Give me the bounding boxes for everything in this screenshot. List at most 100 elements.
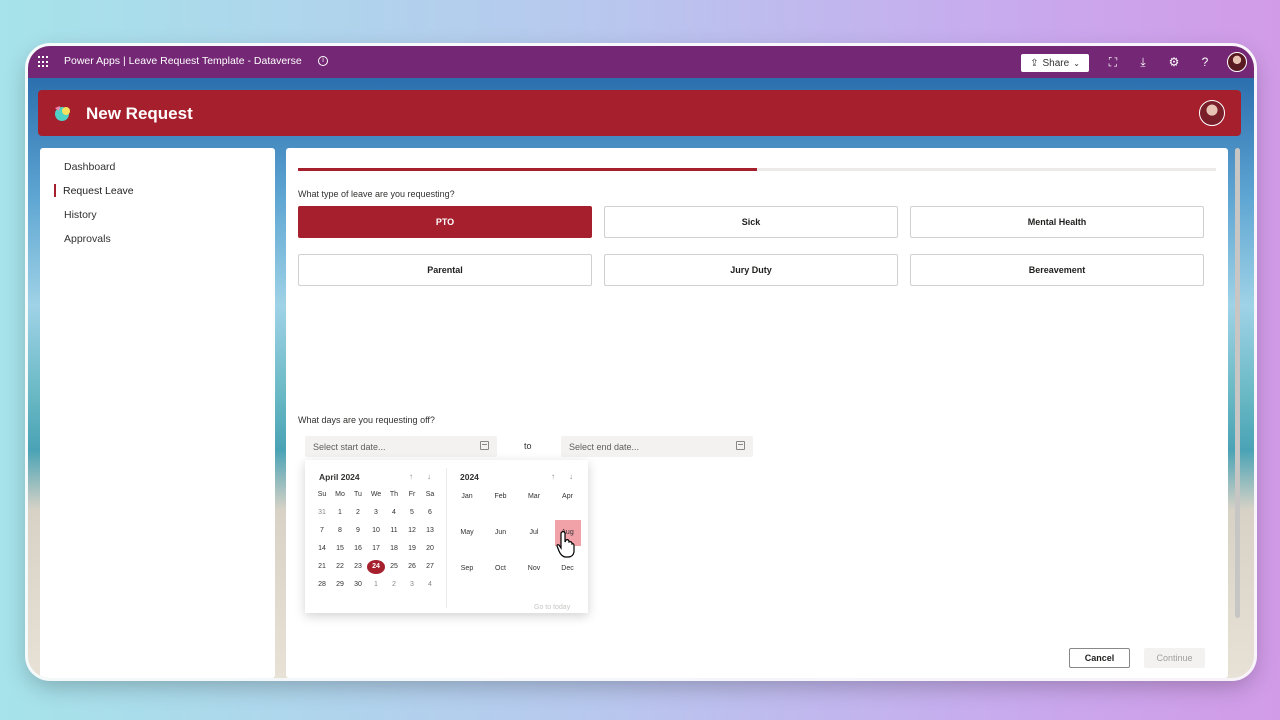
calendar-month-feb[interactable]: Feb — [488, 484, 514, 510]
calendar-day[interactable]: 25 — [385, 560, 403, 574]
continue-button[interactable]: Continue — [1144, 648, 1205, 668]
calendar-day[interactable]: 4 — [385, 506, 403, 520]
chevron-down-icon: ⌄ — [1073, 58, 1080, 68]
end-date-field[interactable]: Select end date... — [561, 436, 753, 457]
start-date-field[interactable]: Select start date... — [305, 436, 497, 457]
calendar-day[interactable]: 16 — [349, 542, 367, 556]
share-button[interactable]: ⇪ Share ⌄ — [1021, 54, 1089, 72]
top-app-bar: Power Apps | Leave Request Template - Da… — [28, 46, 1254, 78]
user-avatar[interactable] — [1199, 100, 1225, 126]
weekday-header: Tu — [354, 491, 362, 498]
calendar-month-label[interactable]: April 2024 — [319, 472, 360, 482]
sidebar-item-request-leave[interactable]: Request Leave — [63, 185, 134, 197]
info-icon[interactable]: i — [318, 56, 328, 66]
calendar-day[interactable]: 3 — [403, 578, 421, 592]
share-label: Share — [1042, 57, 1070, 69]
download-icon[interactable]: ⤓ — [1135, 54, 1151, 70]
calendar-day[interactable]: 29 — [331, 578, 349, 592]
request-form: What type of leave are you requesting? P… — [286, 148, 1228, 678]
next-month-arrow-icon[interactable]: ↓ — [424, 472, 434, 481]
gear-icon[interactable]: ⚙ — [1166, 54, 1182, 70]
user-avatar-small[interactable] — [1227, 52, 1247, 72]
weekday-header: Su — [317, 491, 327, 498]
calendar-day[interactable]: 1 — [367, 578, 385, 592]
calendar-year-label[interactable]: 2024 — [460, 472, 479, 482]
date-picker-popup: April 2024 ↑ ↓ 2024 ↑ ↓ Go to today Su Mo… — [305, 460, 588, 613]
app-title: Power Apps | Leave Request Template - Da… — [64, 55, 302, 67]
calendar-day[interactable]: 26 — [403, 560, 421, 574]
calendar-day[interactable]: 14 — [313, 542, 331, 556]
prev-month-arrow-icon[interactable]: ↑ — [406, 472, 416, 481]
weekday-header: Th — [389, 491, 399, 498]
calendar-month-nov[interactable]: Nov — [521, 556, 547, 582]
leave-option-sick[interactable]: Sick — [604, 206, 898, 238]
leave-option-pto[interactable]: PTO — [298, 206, 592, 238]
calendar-day[interactable]: 1 — [331, 506, 349, 520]
calendar-month-may[interactable]: May — [454, 520, 480, 546]
calendar-icon[interactable] — [736, 441, 745, 450]
leave-option-jury-duty[interactable]: Jury Duty — [604, 254, 898, 286]
weekday-header: Mo — [335, 491, 345, 498]
calendar-day[interactable]: 5 — [403, 506, 421, 520]
calendar-day[interactable]: 4 — [421, 578, 439, 592]
progress-bar — [298, 168, 1216, 171]
calendar-day[interactable]: 24 — [367, 560, 385, 574]
calendar-month-oct[interactable]: Oct — [488, 556, 514, 582]
go-to-today-link[interactable]: Go to today — [534, 604, 570, 611]
calendar-day[interactable]: 15 — [331, 542, 349, 556]
calendar-day[interactable]: 20 — [421, 542, 439, 556]
calendar-day[interactable]: 23 — [349, 560, 367, 574]
calendar-day[interactable]: 3 — [367, 506, 385, 520]
sidebar: Dashboard Request Leave History Approval… — [40, 148, 275, 678]
calendar-day[interactable]: 9 — [349, 524, 367, 538]
calendar-day[interactable]: 21 — [313, 560, 331, 574]
active-nav-marker — [54, 184, 56, 197]
calendar-month-mar[interactable]: Mar — [521, 484, 547, 510]
sidebar-item-dashboard[interactable]: Dashboard — [64, 161, 115, 173]
sidebar-item-history[interactable]: History — [64, 209, 97, 221]
calendar-day[interactable]: 2 — [385, 578, 403, 592]
page-header: New Request — [38, 90, 1241, 136]
help-icon[interactable]: ? — [1197, 54, 1213, 70]
cancel-button[interactable]: Cancel — [1069, 648, 1130, 668]
next-year-arrow-icon[interactable]: ↓ — [566, 472, 576, 481]
calendar-day[interactable]: 6 — [421, 506, 439, 520]
calendar-day[interactable]: 31 — [313, 506, 331, 520]
calendar-day[interactable]: 13 — [421, 524, 439, 538]
calendar-month-dec[interactable]: Dec — [555, 556, 581, 582]
share-icon: ⇪ — [1030, 57, 1039, 69]
fullscreen-icon[interactable]: ⛶ — [1105, 54, 1121, 70]
leave-type-question: What type of leave are you requesting? — [298, 189, 455, 199]
calendar-day[interactable]: 28 — [313, 578, 331, 592]
calendar-icon[interactable] — [480, 441, 489, 450]
leave-option-parental[interactable]: Parental — [298, 254, 592, 286]
calendar-day[interactable]: 19 — [403, 542, 421, 556]
calendar-month-sep[interactable]: Sep — [454, 556, 480, 582]
calendar-day[interactable]: 27 — [421, 560, 439, 574]
leave-option-bereavement[interactable]: Bereavement — [910, 254, 1204, 286]
calendar-day[interactable]: 10 — [367, 524, 385, 538]
weekday-header: Fr — [408, 491, 416, 498]
calendar-month-jun[interactable]: Jun — [488, 520, 514, 546]
to-label: to — [524, 441, 532, 451]
app-logo-icon — [55, 106, 70, 121]
calendar-day[interactable]: 7 — [313, 524, 331, 538]
sidebar-item-approvals[interactable]: Approvals — [64, 233, 111, 245]
calendar-month-jan[interactable]: Jan — [454, 484, 480, 510]
calendar-month-apr[interactable]: Apr — [555, 484, 581, 510]
calendar-day[interactable]: 18 — [385, 542, 403, 556]
calendar-day[interactable]: 11 — [385, 524, 403, 538]
calendar-day[interactable]: 17 — [367, 542, 385, 556]
progress-fill — [298, 168, 757, 171]
scrollbar[interactable] — [1235, 148, 1240, 618]
calendar-day[interactable]: 8 — [331, 524, 349, 538]
start-date-placeholder: Select start date... — [313, 442, 386, 452]
calendar-month-jul[interactable]: Jul — [521, 520, 547, 546]
calendar-day[interactable]: 30 — [349, 578, 367, 592]
prev-year-arrow-icon[interactable]: ↑ — [548, 472, 558, 481]
calendar-day[interactable]: 12 — [403, 524, 421, 538]
leave-option-mental-health[interactable]: Mental Health — [910, 206, 1204, 238]
calendar-day[interactable]: 22 — [331, 560, 349, 574]
waffle-icon[interactable] — [38, 56, 50, 68]
calendar-day[interactable]: 2 — [349, 506, 367, 520]
